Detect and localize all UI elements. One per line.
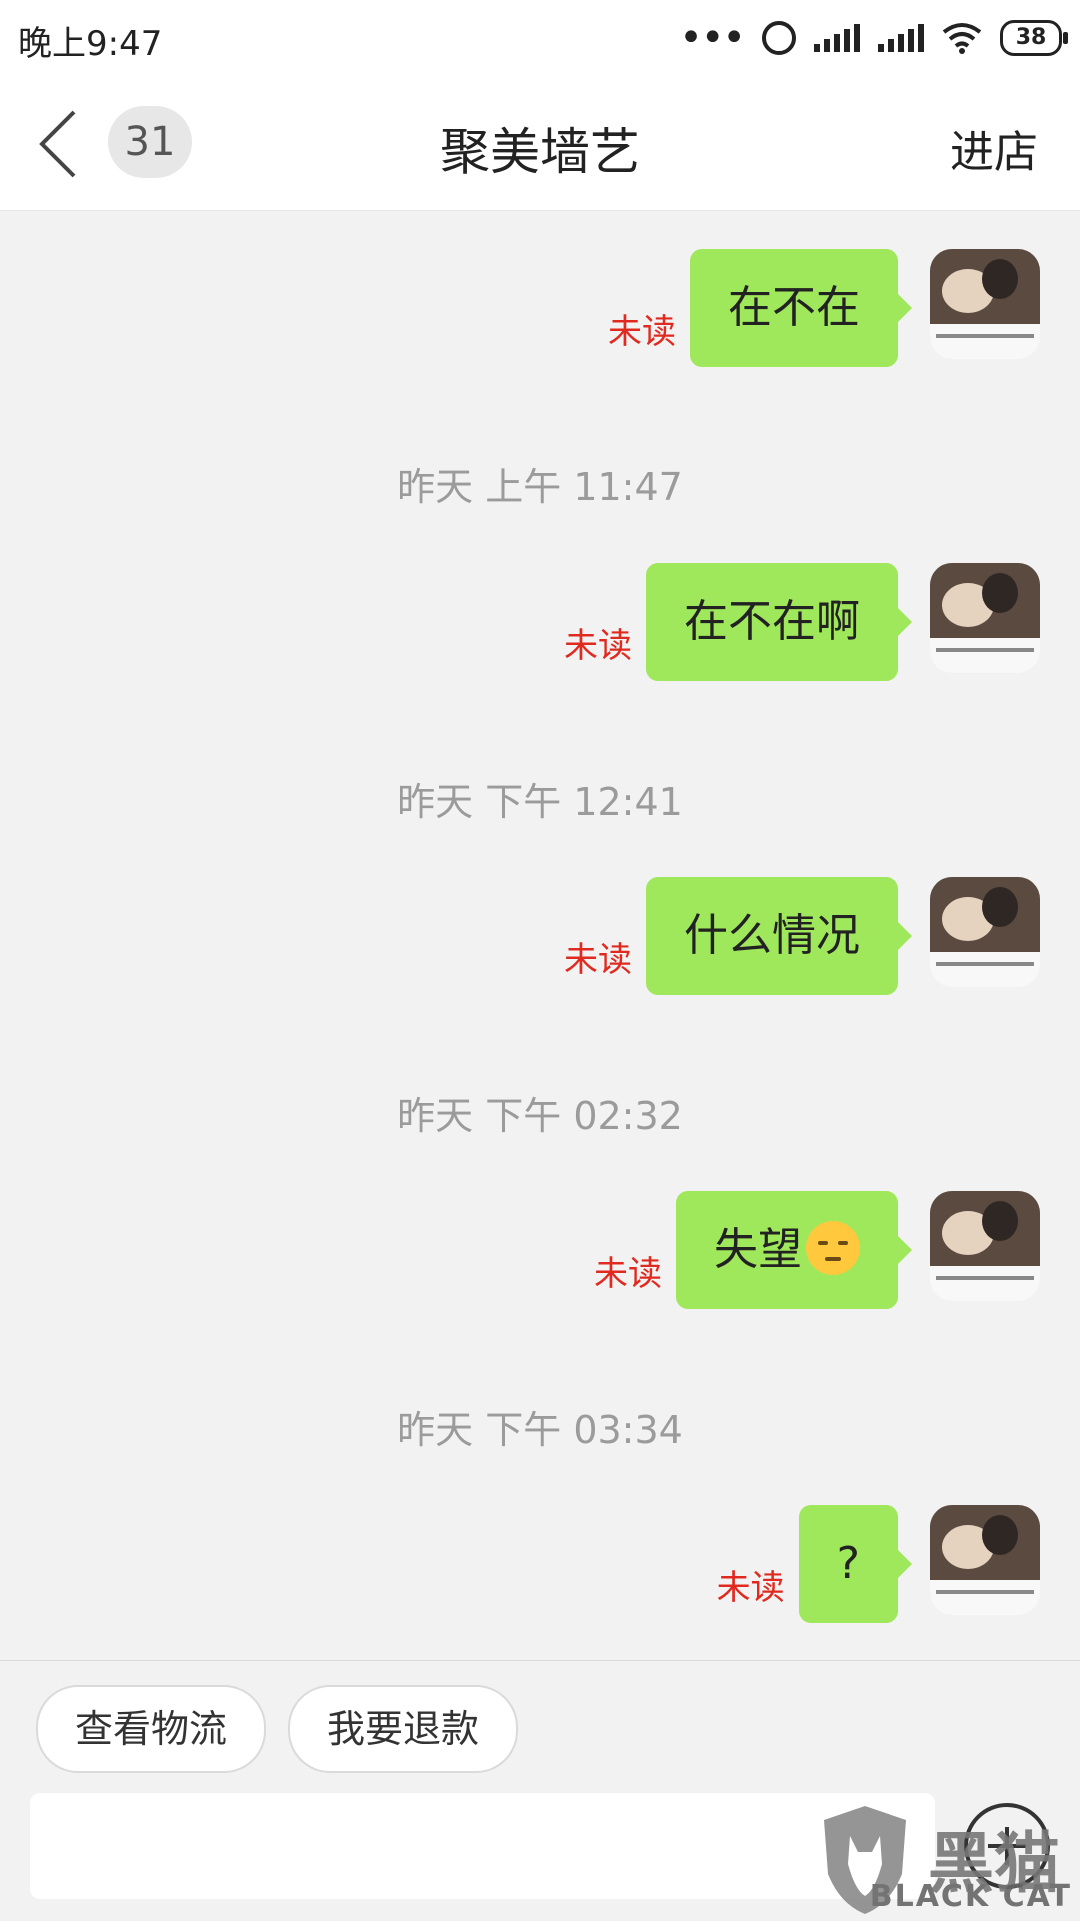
message-bubble[interactable]: 在不在啊 xyxy=(646,563,912,681)
avatar[interactable] xyxy=(930,249,1040,359)
message-bubble[interactable]: 失望 xyxy=(676,1191,912,1309)
message-timestamp: 昨天 下午 12:41 xyxy=(397,780,683,824)
message-timestamp: 昨天 上午 11:47 xyxy=(397,465,683,509)
message-timestamp: 昨天 下午 03:34 xyxy=(397,1408,683,1452)
more-dots-icon: ••• xyxy=(679,15,746,61)
message-row: 未读 在不在啊 xyxy=(564,563,1040,681)
message-bubble[interactable]: 什么情况 xyxy=(646,877,912,995)
unread-status: 未读 xyxy=(716,1568,785,1608)
sync-icon xyxy=(762,21,796,55)
chat-header: 31 聚美墙艺 进店 xyxy=(0,78,1080,211)
unread-status: 未读 xyxy=(564,940,632,980)
signal-icon xyxy=(814,24,860,52)
chat-message-list[interactable]: 未读 在不在 昨天 上午 11:47 未读 在不在啊 昨天 下午 12:41 未… xyxy=(0,211,1080,1659)
status-icons: ••• 38 xyxy=(679,15,1068,61)
blackcat-watermark: 黑猫 BLACK CAT xyxy=(810,1800,1080,1920)
enter-store-button[interactable]: 进店 xyxy=(950,116,1038,180)
message-text: 失望 xyxy=(714,1224,802,1275)
message-input[interactable] xyxy=(30,1793,935,1899)
unread-status: 未读 xyxy=(608,312,676,352)
avatar[interactable] xyxy=(930,877,1040,987)
view-logistics-button[interactable]: 查看物流 xyxy=(36,1685,266,1773)
request-refund-button[interactable]: 我要退款 xyxy=(288,1685,518,1773)
watermark-en: BLACK CAT xyxy=(869,1879,1072,1914)
wifi-icon xyxy=(942,22,982,54)
message-bubble[interactable]: 在不在 xyxy=(690,249,912,367)
avatar[interactable] xyxy=(930,1191,1040,1301)
unread-status: 未读 xyxy=(564,626,632,666)
message-row: 未读 失望 xyxy=(594,1191,1040,1309)
message-timestamp: 昨天 下午 02:32 xyxy=(397,1094,683,1138)
avatar[interactable] xyxy=(930,563,1040,673)
message-row: 未读 什么情况 xyxy=(564,877,1040,995)
avatar[interactable] xyxy=(930,1505,1040,1615)
disappointed-face-icon xyxy=(806,1221,860,1275)
unread-status: 未读 xyxy=(594,1254,662,1294)
page-title: 聚美墙艺 xyxy=(440,123,640,181)
signal-icon-2 xyxy=(878,24,924,52)
message-row: 未读 在不在 xyxy=(608,249,1040,367)
status-time: 晚上9:47 xyxy=(18,24,163,64)
message-bubble[interactable]: ? xyxy=(798,1505,913,1623)
status-bar: 晚上9:47 ••• 38 xyxy=(0,0,1080,78)
message-row: 未读 ? xyxy=(717,1505,1040,1623)
battery-indicator: 38 xyxy=(1000,20,1068,56)
